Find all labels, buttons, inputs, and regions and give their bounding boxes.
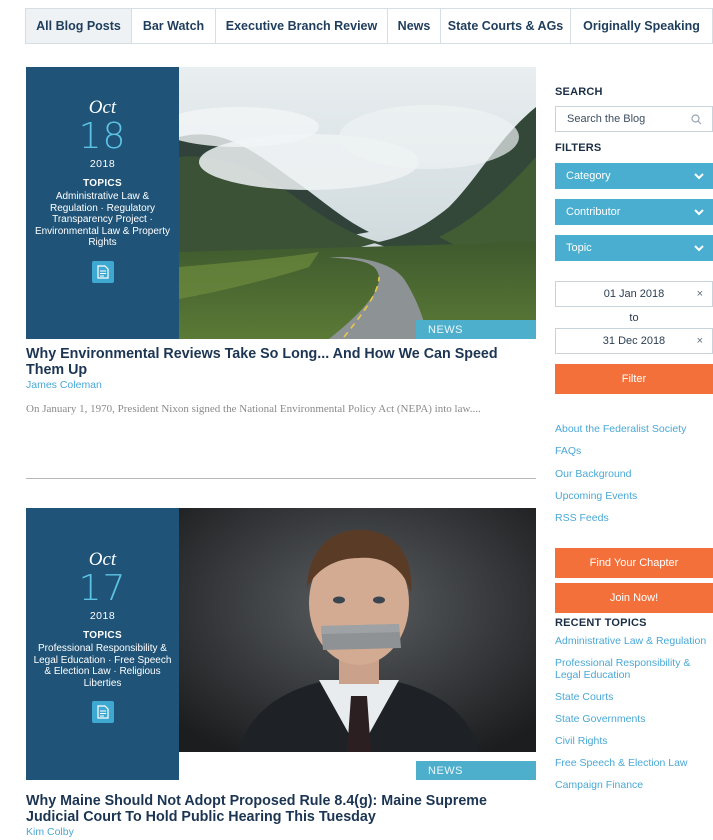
post-month: Oct [88,97,117,118]
contributor-dropdown-label: Contributor [566,206,621,218]
filter-button[interactable]: Filter [555,364,713,394]
recent-topics-heading: RECENT TOPICS [555,617,647,630]
post-category-tag[interactable]: NEWS [416,761,536,780]
document-icon[interactable] [91,701,114,723]
post-topics[interactable]: Administrative Law & Regulation · Regula… [26,191,179,249]
recent-topic-link[interactable]: Administrative Law & Regulation [555,635,713,647]
chevron-down-icon [694,172,704,179]
date-from-field[interactable]: 01 Jan 2018 × [555,281,713,307]
post-day: 17 [78,568,127,609]
sidebar-links: About the Federalist Society FAQs Our Ba… [555,418,713,529]
post-date-box: Oct 18 2018 TOPICS Administrative Law & … [26,67,179,339]
tab-executive-branch-review[interactable]: Executive Branch Review [215,9,387,43]
post-date-box: Oct 17 2018 TOPICS Professional Responsi… [26,508,179,780]
post-title[interactable]: Why Maine Should Not Adopt Proposed Rule… [26,793,536,825]
chevron-down-icon [694,244,704,251]
link-upcoming-events[interactable]: Upcoming Events [555,485,713,507]
post-author[interactable]: James Coleman [26,379,536,391]
blog-tab-bar: All Blog Posts Bar Watch Executive Branc… [25,8,713,44]
recent-topic-link[interactable]: Free Speech & Election Law [555,757,713,769]
topic-dropdown[interactable]: Topic [555,235,713,261]
date-from-value: 01 Jan 2018 [603,288,665,300]
link-faqs[interactable]: FAQs [555,440,713,462]
recent-topics-list: Administrative Law & Regulation Professi… [555,635,713,791]
date-to-value: 31 Dec 2018 [602,335,666,347]
tab-state-courts-ags[interactable]: State Courts & AGs [440,9,570,43]
link-about-federalist-society[interactable]: About the Federalist Society [555,418,713,440]
post-day: 18 [78,116,127,157]
blog-post: Oct 17 2018 TOPICS Professional Responsi… [26,508,536,838]
topics-label: TOPICS [83,630,122,641]
recent-topic-link[interactable]: State Governments [555,713,713,725]
document-icon[interactable] [91,260,114,283]
join-now-button[interactable]: Join Now! [555,583,713,614]
post-topics[interactable]: Professional Responsibility & Legal Educ… [26,643,179,689]
search-heading: SEARCH [555,86,603,98]
category-dropdown-label: Category [566,170,611,182]
post-title[interactable]: Why Environmental Reviews Take So Long..… [26,346,536,378]
date-range-to-label: to [629,312,639,324]
post-category-tag[interactable]: NEWS [416,320,536,339]
chevron-down-icon [694,208,704,215]
search-input[interactable] [567,113,687,125]
contributor-dropdown[interactable]: Contributor [555,199,713,225]
post-month: Oct [88,549,117,570]
clear-date-to-icon[interactable]: × [697,335,703,347]
recent-topic-link[interactable]: Civil Rights [555,735,713,747]
search-box [555,106,713,132]
search-icon[interactable] [691,114,702,125]
link-rss-feeds[interactable]: RSS Feeds [555,507,713,529]
clear-date-from-icon[interactable]: × [697,288,703,300]
tab-all-blog-posts[interactable]: All Blog Posts [26,9,131,43]
tab-news[interactable]: News [387,9,440,43]
tab-originally-speaking[interactable]: Originally Speaking [570,9,712,43]
post-image-mountain-road[interactable]: NEWS [179,67,536,339]
date-to-field[interactable]: 31 Dec 2018 × [555,328,713,354]
post-divider [26,478,536,479]
topic-dropdown-label: Topic [566,242,592,254]
post-year: 2018 [89,610,116,622]
filters-heading: FILTERS [555,142,602,154]
recent-topic-link[interactable]: Campaign Finance [555,779,713,791]
tab-bar-watch[interactable]: Bar Watch [131,9,215,43]
blog-post: Oct 18 2018 TOPICS Administrative Law & … [26,67,536,418]
post-image-man-taped-mouth[interactable]: NEWS [179,508,536,780]
recent-topic-link[interactable]: State Courts [555,691,713,703]
post-year: 2018 [89,158,116,170]
post-media: Oct 17 2018 TOPICS Professional Responsi… [26,508,536,780]
category-dropdown[interactable]: Category [555,163,713,189]
recent-topic-link[interactable]: Professional Responsibility & Legal Educ… [555,657,713,681]
post-excerpt: On January 1, 1970, President Nixon sign… [26,403,481,415]
topics-label: TOPICS [83,178,122,189]
link-our-background[interactable]: Our Background [555,463,713,485]
find-chapter-button[interactable]: Find Your Chapter [555,548,713,579]
post-author[interactable]: Kim Colby [26,826,536,838]
post-media: Oct 18 2018 TOPICS Administrative Law & … [26,67,536,339]
sidebar: SEARCH FILTERS Category Contributor Topi… [555,86,713,791]
